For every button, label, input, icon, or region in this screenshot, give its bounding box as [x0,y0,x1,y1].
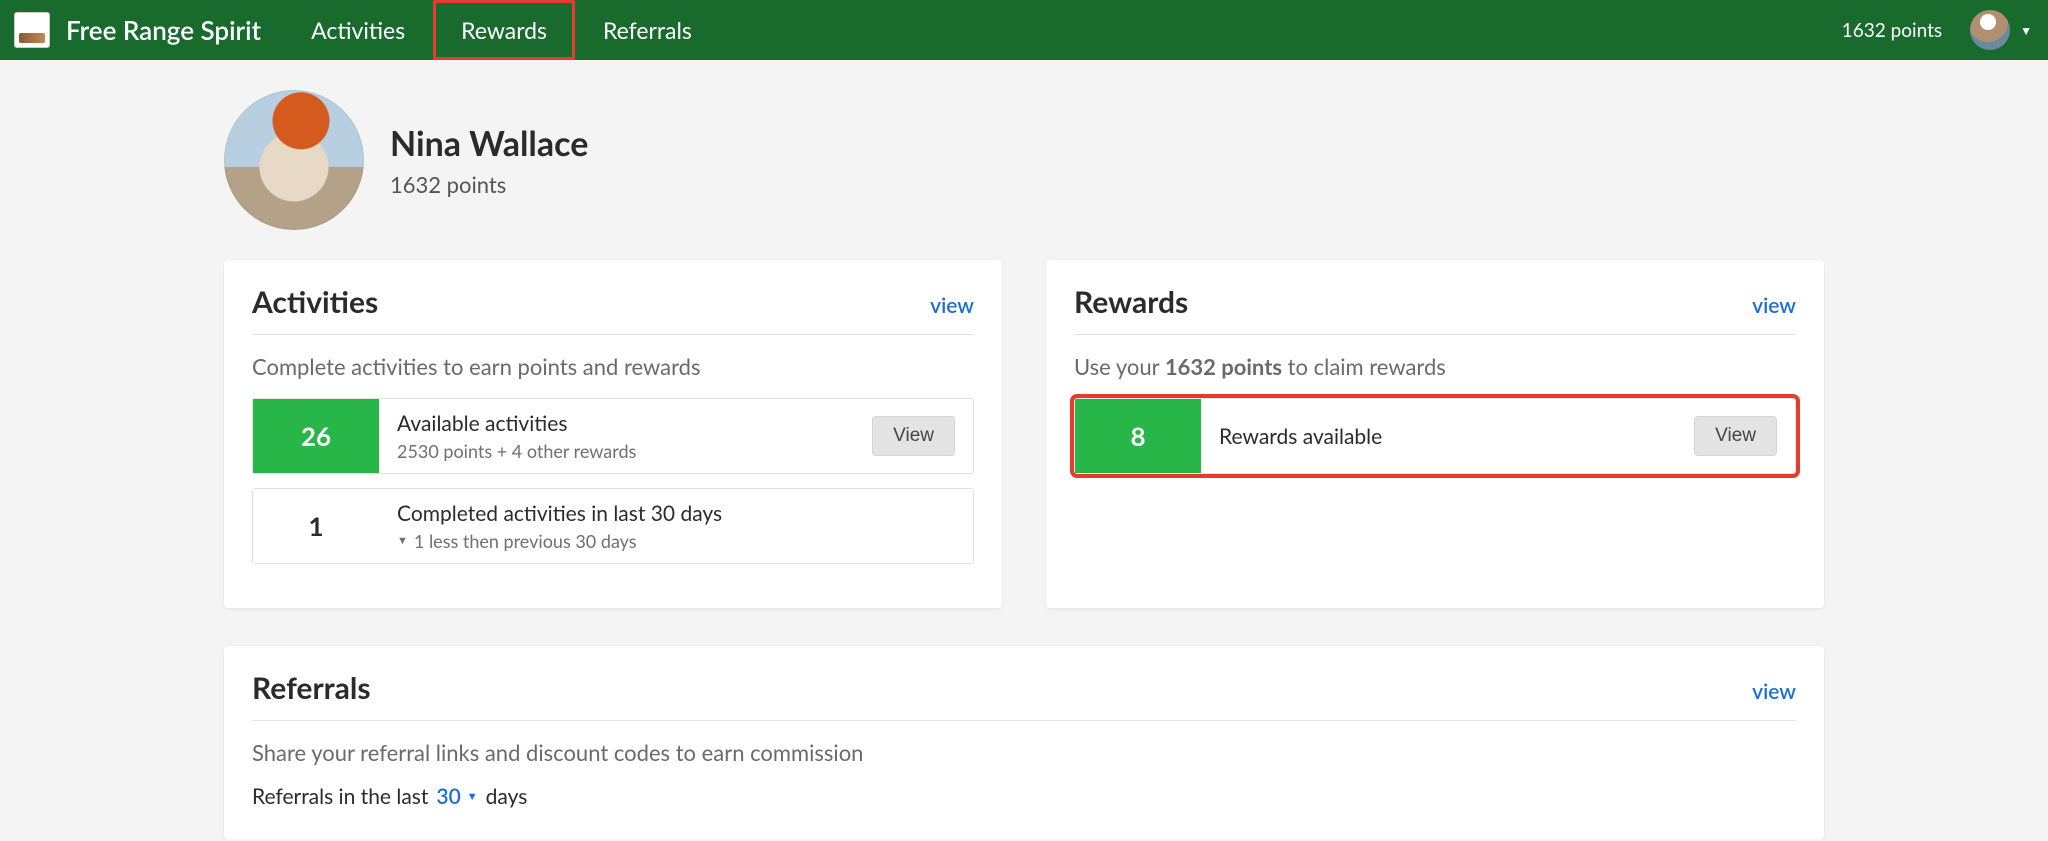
referrals-range-select[interactable]: 30 ▼ [436,784,477,809]
rewards-card: Rewards view Use your 1632 points to cla… [1046,260,1824,608]
activities-subtitle: Complete activities to earn points and r… [252,353,974,380]
available-count-badge: 26 [253,399,379,473]
profile-points: 1632 points [390,171,588,198]
available-activities-view-button[interactable]: View [872,416,955,456]
rewards-count-badge: 8 [1075,399,1201,473]
completed-activities-delta: ▼ 1 less then previous 30 days [397,530,955,552]
activities-card: Activities view Complete activities to e… [224,260,1002,608]
nav-tab-referrals[interactable]: Referrals [575,0,720,60]
rewards-available-label: Rewards available [1219,424,1676,449]
profile-avatar-icon [224,90,364,230]
available-activities-label: Available activities [397,411,854,436]
referrals-card: Referrals view Share your referral links… [224,646,1824,839]
rewards-view-link[interactable]: view [1752,293,1796,318]
available-activities-row: 26 Available activities 2530 points + 4 … [252,398,974,474]
available-activities-sub: 2530 points + 4 other rewards [397,440,854,462]
completed-activities-row: 1 Completed activities in last 30 days ▼… [252,488,974,564]
brand-name: Free Range Spirit [66,14,261,46]
top-navbar: Free Range Spirit Activities Rewards Ref… [0,0,2048,60]
completed-activities-label: Completed activities in last 30 days [397,501,955,526]
nav-points: 1632 points [1842,19,1942,42]
rewards-view-button[interactable]: View [1694,416,1777,456]
user-avatar-icon [1970,10,2010,50]
nav-tab-activities[interactable]: Activities [283,0,433,60]
referrals-view-link[interactable]: view [1752,679,1796,704]
referrals-range: Referrals in the last 30 ▼ days [252,784,1796,809]
brand[interactable]: Free Range Spirit [0,12,283,48]
activities-title: Activities [252,284,378,320]
nav-tabs: Activities Rewards Referrals [283,0,720,60]
rewards-title: Rewards [1074,284,1188,320]
rewards-subtitle: Use your 1632 points to claim rewards [1074,353,1796,380]
referrals-subtitle: Share your referral links and discount c… [252,739,1796,766]
caret-down-icon: ▼ [397,534,408,547]
nav-tab-rewards[interactable]: Rewards [433,0,575,60]
profile-name: Nina Wallace [390,123,588,164]
profile-header: Nina Wallace 1632 points [224,84,1824,260]
user-menu[interactable]: ▼ [1970,10,2032,50]
brand-logo-icon [14,12,50,48]
referrals-title: Referrals [252,670,371,706]
activities-view-link[interactable]: view [930,293,974,318]
rewards-available-row: 8 Rewards available View [1074,398,1796,474]
chevron-down-icon: ▼ [2020,23,2032,38]
chevron-down-icon: ▼ [467,790,478,803]
completed-count-badge: 1 [253,489,379,563]
